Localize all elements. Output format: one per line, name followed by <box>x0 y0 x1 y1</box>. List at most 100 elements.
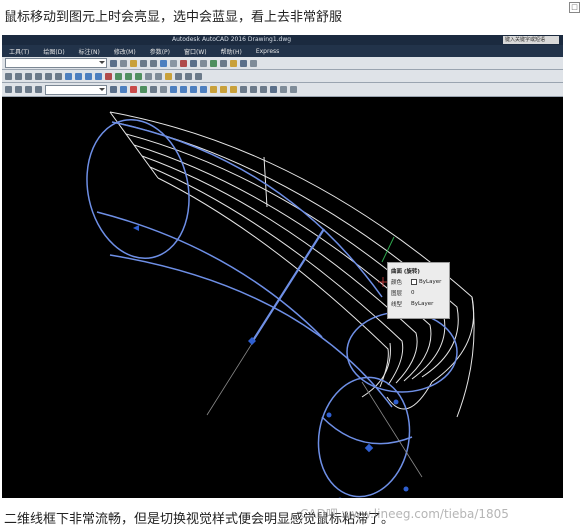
sphere-icon[interactable] <box>190 86 197 93</box>
visual-style-icon[interactable] <box>110 86 117 93</box>
save-icon[interactable] <box>110 59 117 67</box>
tooltip-row-layer: 图层 0 <box>391 289 449 297</box>
lights-icon[interactable] <box>290 86 297 93</box>
fillet-icon[interactable] <box>145 72 152 80</box>
join-icon[interactable] <box>195 72 202 80</box>
cylinder-icon[interactable] <box>180 86 187 93</box>
mirror-icon[interactable] <box>95 72 102 80</box>
insert-icon[interactable] <box>240 59 247 67</box>
render-icon[interactable] <box>130 86 137 93</box>
section-icon[interactable] <box>160 86 167 93</box>
block-icon[interactable] <box>230 59 237 67</box>
tooltip-row-linetype: 线型 ByLayer <box>391 300 449 308</box>
trim-icon[interactable] <box>125 72 132 80</box>
search-input[interactable]: 键入关键字或短语 <box>503 36 559 44</box>
open-icon[interactable] <box>130 59 137 67</box>
circle-icon[interactable] <box>25 72 32 80</box>
erase-icon[interactable] <box>105 72 112 80</box>
rollover-tooltip: 曲面 (旋转) 颜色 ByLayer 图层 0 线型 ByLayer <box>387 262 450 319</box>
menu-parametric[interactable]: 参数(P) <box>143 47 177 56</box>
chamfer-icon[interactable] <box>155 72 162 80</box>
explode-icon[interactable] <box>165 72 172 80</box>
zoom-icon[interactable] <box>160 59 167 67</box>
title-bar: Autodesk AutoCAD 2016 Drawing1.dwg 键入关键字… <box>2 35 563 45</box>
revolve-icon[interactable] <box>220 86 227 93</box>
extrude-icon[interactable] <box>210 86 217 93</box>
menu-modify[interactable]: 修改(M) <box>107 47 143 56</box>
offset-icon[interactable] <box>115 72 122 80</box>
snap-icon[interactable] <box>5 86 12 93</box>
move-icon[interactable] <box>65 72 72 80</box>
menu-draw[interactable]: 绘图(D) <box>36 47 71 56</box>
subtract-icon[interactable] <box>250 86 257 93</box>
view-icon[interactable] <box>150 86 157 93</box>
toolbar-row-2 <box>2 70 563 83</box>
measure-icon[interactable] <box>250 59 257 67</box>
grips[interactable] <box>133 225 409 498</box>
window-title: Autodesk AutoCAD 2016 Drawing1.dwg <box>172 36 292 43</box>
grip-4[interactable] <box>403 486 409 492</box>
paste-icon[interactable] <box>220 59 227 67</box>
hatch-icon[interactable] <box>55 72 62 80</box>
tooltip-value: ByLayer <box>419 279 442 285</box>
tooltip-key: 颜色 <box>391 280 403 286</box>
grid-icon[interactable] <box>15 86 22 93</box>
union-icon[interactable] <box>240 86 247 93</box>
match-icon[interactable] <box>200 59 207 67</box>
rotate-icon[interactable] <box>75 72 82 80</box>
tooltip-row-color: 颜色 ByLayer <box>391 278 449 286</box>
menu-bar: 工具(T) 绘图(D) 标注(N) 修改(M) 参数(P) 窗口(W) 帮助(H… <box>2 45 563 57</box>
menu-express[interactable]: Express <box>249 48 286 55</box>
grip-2[interactable] <box>393 399 399 405</box>
toolbar-row-3 <box>2 83 563 97</box>
tooltip-value: 0 <box>411 290 415 296</box>
intersect-icon[interactable] <box>260 86 267 93</box>
menu-dimension[interactable]: 标注(N) <box>72 47 107 56</box>
menu-help[interactable]: 帮助(H) <box>214 47 249 56</box>
ortho-icon[interactable] <box>25 86 32 93</box>
polar-icon[interactable] <box>35 86 42 93</box>
stretch-icon[interactable] <box>185 72 192 80</box>
orbit-icon[interactable] <box>120 86 127 93</box>
grip-center[interactable] <box>364 443 374 453</box>
ucs-icon[interactable] <box>140 86 147 93</box>
layer-dropdown[interactable] <box>45 84 107 95</box>
grip-1[interactable] <box>326 412 332 418</box>
watermark: CAD吧 www.lineeg.com/tieba/1805 <box>300 507 509 521</box>
expand-icon[interactable]: □ <box>569 2 580 13</box>
ucs-axis <box>381 236 395 263</box>
array-icon[interactable] <box>175 72 182 80</box>
model-drawing[interactable] <box>2 97 563 498</box>
properties-icon[interactable] <box>180 59 187 67</box>
menu-window[interactable]: 窗口(W) <box>177 47 214 56</box>
slice-icon[interactable] <box>270 86 277 93</box>
polyline-icon[interactable] <box>15 72 22 80</box>
undo-icon[interactable] <box>140 59 147 67</box>
toolbar-row-1 <box>2 57 563 70</box>
tooltip-key: 图层 <box>391 291 403 297</box>
layer-icon[interactable] <box>190 59 197 67</box>
arc-icon[interactable] <box>35 72 42 80</box>
tooltip-value: ByLayer <box>411 301 434 307</box>
print-icon[interactable] <box>120 59 127 67</box>
copy-icon[interactable] <box>210 59 217 67</box>
color-swatch-icon <box>411 279 417 285</box>
box-icon[interactable] <box>170 86 177 93</box>
torus-icon[interactable] <box>200 86 207 93</box>
grip-3[interactable] <box>338 497 343 499</box>
scale-icon[interactable] <box>85 72 92 80</box>
line-icon[interactable] <box>5 72 12 80</box>
extend-icon[interactable] <box>135 72 142 80</box>
menu-tools[interactable]: 工具(T) <box>2 47 36 56</box>
workspace-dropdown[interactable] <box>5 58 107 68</box>
materials-icon[interactable] <box>280 86 287 93</box>
pan-icon[interactable] <box>170 59 177 67</box>
redo-icon[interactable] <box>150 59 157 67</box>
rectangle-icon[interactable] <box>45 72 52 80</box>
tooltip-title: 曲面 (旋转) <box>391 269 420 275</box>
sweep-icon[interactable] <box>230 86 237 93</box>
grip-triangle-left[interactable] <box>133 225 139 231</box>
tooltip-key: 线型 <box>391 302 403 308</box>
drawing-canvas[interactable]: 曲面 (旋转) 颜色 ByLayer 图层 0 线型 ByLayer <box>2 97 563 498</box>
caption-top: 鼠标移动到图元上时会亮显，选中会蓝显，看上去非常舒服 <box>4 10 343 25</box>
